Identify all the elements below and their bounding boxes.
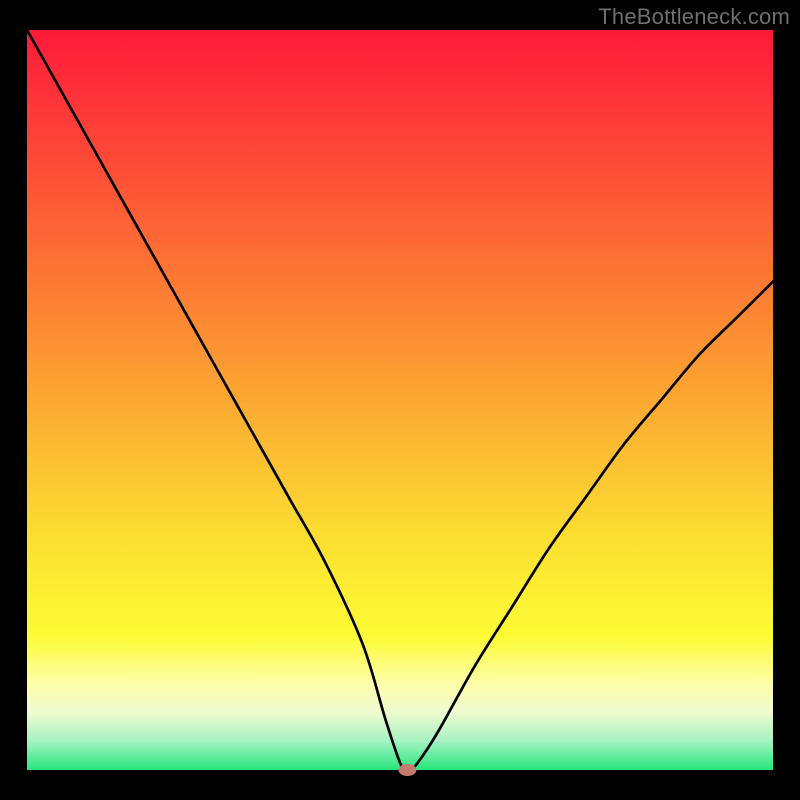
chart-frame: TheBottleneck.com (0, 0, 800, 800)
optimum-marker (398, 764, 416, 776)
bottleneck-chart (0, 0, 800, 800)
watermark-text: TheBottleneck.com (598, 4, 790, 30)
